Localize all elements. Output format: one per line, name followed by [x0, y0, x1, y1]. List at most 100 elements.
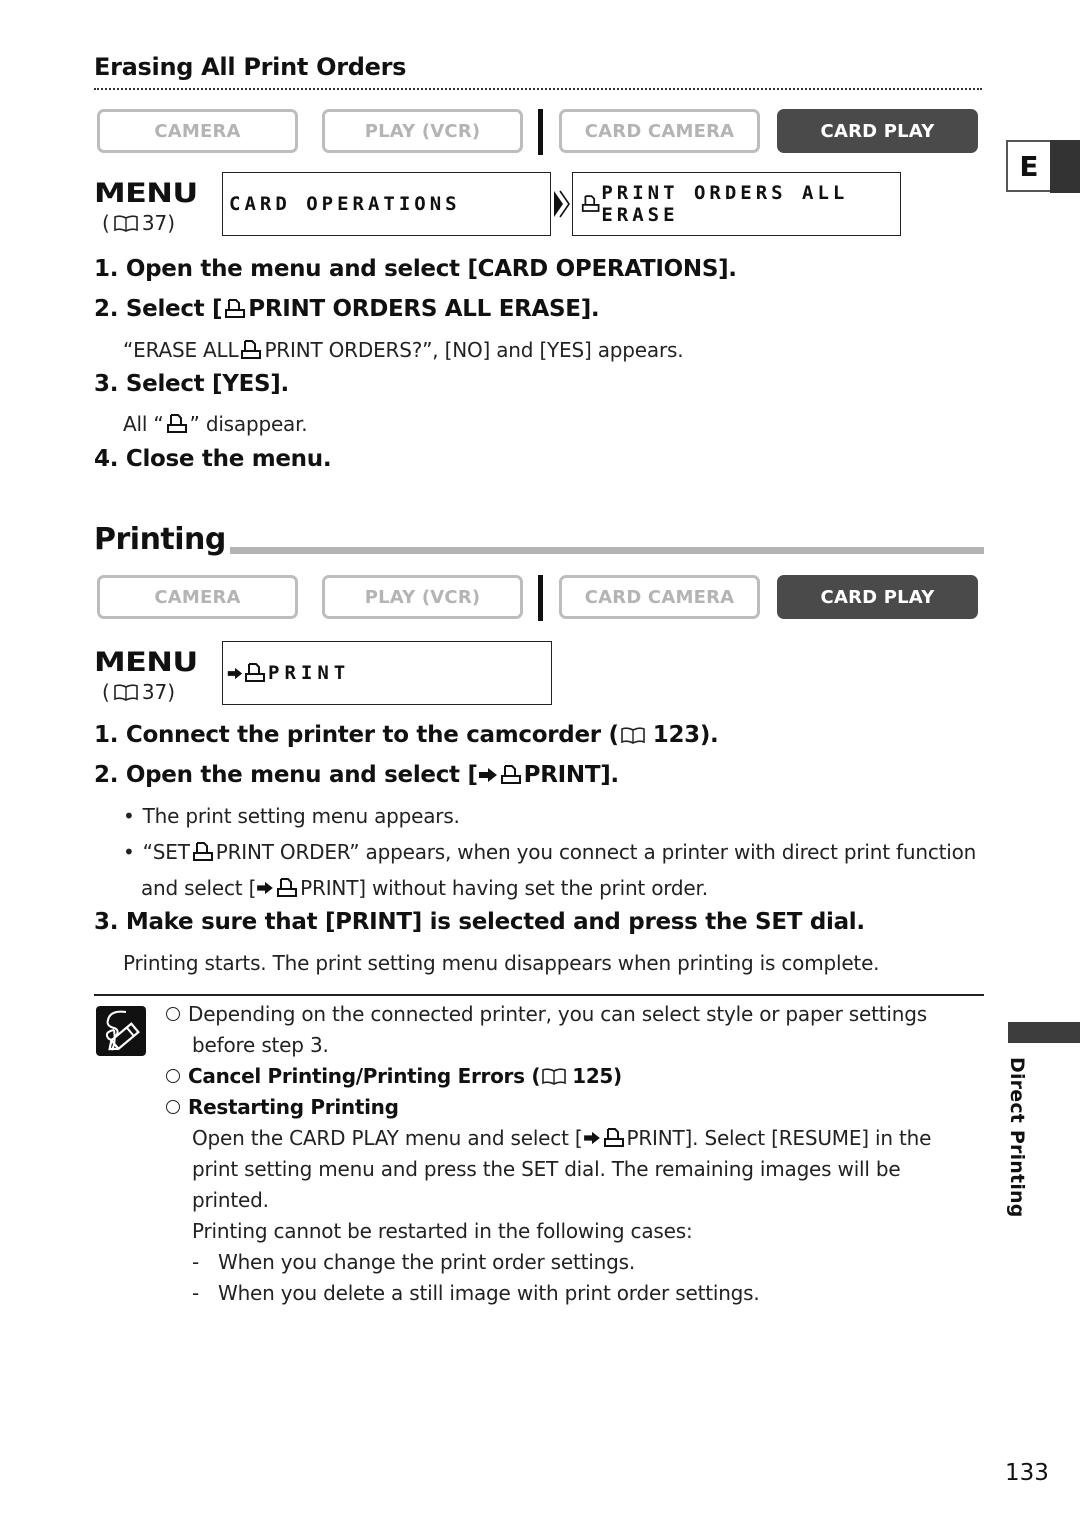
print-order-icon: [166, 413, 188, 435]
book-icon: [114, 215, 138, 232]
detail-text: “ERASE ALL: [123, 338, 239, 362]
detail-text: All “: [123, 412, 164, 436]
mode-camera: CAMERA: [97, 575, 298, 619]
note-item-2: Cancel Printing/Printing Errors ( 125): [166, 1064, 622, 1088]
step-text: Close the menu.: [125, 446, 332, 472]
note-case-1: - When you change the print order settin…: [192, 1250, 635, 1274]
erase-step-1: 1. Open the menu and select [CARD OPERAT…: [94, 256, 737, 282]
detail-text: ” disappear.: [189, 412, 308, 436]
chapter-marker-bar: [1008, 1022, 1080, 1043]
print-step-2-bullet-2-cont: and select [ PRINT] without having set t…: [141, 876, 708, 900]
case-text: When you delete a still image with print…: [218, 1281, 760, 1305]
mode-selector-print: CAMERA PLAY (VCR) CARD CAMERA CARD PLAY: [97, 575, 979, 621]
print-order-icon: [603, 1127, 625, 1149]
mode-card-camera: CARD CAMERA: [559, 109, 760, 153]
bullet-text: “SET: [142, 840, 190, 864]
step-number: 3.: [94, 909, 119, 935]
dash-bullet: -: [192, 1250, 200, 1274]
book-icon: [621, 727, 645, 744]
menu-page-reference: ( 37): [102, 680, 175, 704]
step-text: Select [YES].: [125, 371, 289, 397]
mode-separator: [538, 109, 543, 155]
note-heading: Cancel Printing/Printing Errors (: [188, 1064, 541, 1088]
print-step-2: 2. Open the menu and select [ PRINT].: [94, 762, 619, 788]
print-order-icon: [192, 841, 214, 863]
note-heading: Restarting Printing: [188, 1095, 399, 1119]
mode-card-play-active: CARD PLAY: [777, 575, 978, 619]
arrow-right-icon: [256, 881, 274, 895]
erase-step-3-detail: All “ ” disappear.: [123, 412, 308, 436]
print-step-1: 1. Connect the printer to the camcorder …: [94, 722, 719, 748]
note-case-2: - When you delete a still image with pri…: [192, 1281, 760, 1305]
bullet-text: and select [: [141, 876, 257, 900]
step-text: PRINT ORDERS ALL ERASE].: [248, 296, 600, 322]
lcd-label: PRINT ORDERS ALL ERASE: [601, 182, 849, 226]
erase-step-4: 4. Close the menu.: [94, 446, 332, 472]
detail-text: PRINT ORDERS?”, [NO] and [YES] appears.: [264, 338, 684, 362]
lcd-menu-print-orders-all-erase: PRINT ORDERS ALL ERASE: [572, 172, 901, 236]
ref-open: (: [102, 211, 110, 235]
arrow-right-icon: [583, 1131, 601, 1145]
section-heading-printing: Printing: [94, 522, 230, 557]
mode-separator: [538, 575, 543, 621]
lcd-menu-card-operations: CARD OPERATIONS: [222, 172, 551, 236]
step-text: PRINT].: [523, 762, 620, 788]
lcd-label: CARD OPERATIONS: [229, 193, 461, 215]
note-item-3-line-1: Open the CARD PLAY menu and select [ PRI…: [192, 1126, 931, 1150]
lcd-menu-print: PRINT: [222, 641, 552, 705]
language-tab-marker: [1050, 140, 1080, 193]
mode-camera: CAMERA: [97, 109, 298, 153]
print-order-icon: [276, 877, 298, 899]
step-number: 2.: [94, 296, 119, 322]
step-text: 123).: [652, 722, 719, 748]
note-item-3: Restarting Printing: [166, 1095, 399, 1119]
step-number: 1.: [94, 722, 119, 748]
mode-selector-erase: CAMERA PLAY (VCR) CARD CAMERA CARD PLAY: [97, 109, 979, 155]
case-text: When you change the print order settings…: [218, 1250, 635, 1274]
menu-label: MENU: [94, 178, 198, 209]
note-item-1-cont: before step 3.: [192, 1033, 329, 1057]
print-order-icon: [581, 193, 600, 215]
circle-bullet-icon: [166, 1100, 180, 1114]
note-pencil-icon: [96, 1006, 146, 1056]
erase-step-2: 2. Select [ PRINT ORDERS ALL ERASE].: [94, 296, 600, 322]
print-step-2-bullet-2: • “SET PRINT ORDER” appears, when you co…: [123, 840, 976, 864]
step-text: Make sure that [PRINT] is selected and p…: [125, 909, 865, 935]
bullet-text: PRINT] without having set the print orde…: [300, 876, 708, 900]
arrow-right-icon: [478, 767, 498, 783]
arrow-right-icon: [227, 667, 243, 680]
print-order-icon: [244, 662, 266, 684]
note-item-3-line-3: printed.: [192, 1188, 269, 1212]
notes-divider: [94, 994, 984, 996]
bullet-dot: •: [123, 840, 135, 864]
book-icon: [542, 1068, 566, 1085]
note-text: Depending on the connected printer, you …: [188, 1002, 927, 1026]
mode-play-vcr: PLAY (VCR): [322, 109, 523, 153]
print-step-3-detail: Printing starts. The print setting menu …: [123, 951, 880, 975]
bullet-text: PRINT ORDER” appears, when you connect a…: [215, 840, 977, 864]
note-text: PRINT]. Select [RESUME] in the: [626, 1126, 932, 1150]
dash-bullet: -: [192, 1281, 200, 1305]
chapter-label: Direct Printing: [1006, 1057, 1028, 1218]
menu-label: MENU: [94, 647, 198, 678]
mode-card-camera: CARD CAMERA: [559, 575, 760, 619]
print-step-2-bullet-1: • The print setting menu appears.: [123, 804, 460, 828]
print-step-3: 3. Make sure that [PRINT] is selected an…: [94, 909, 865, 935]
bullet-text: The print setting menu appears.: [142, 804, 460, 828]
step-text: Open the menu and select [CARD OPERATION…: [125, 256, 737, 282]
double-chevron-right-icon: [554, 190, 570, 218]
print-order-icon: [500, 764, 522, 786]
ref-page: 37): [141, 211, 176, 235]
bullet-dot: •: [123, 804, 135, 828]
circle-bullet-icon: [166, 1007, 180, 1021]
step-number: 4.: [94, 446, 119, 472]
menu-page-reference: ( 37): [102, 211, 175, 235]
note-text: Open the CARD PLAY menu and select [: [192, 1126, 583, 1150]
note-item-1: Depending on the connected printer, you …: [166, 1002, 927, 1026]
circle-bullet-icon: [166, 1069, 180, 1083]
erase-step-2-detail: “ERASE ALL PRINT ORDERS?”, [NO] and [YES…: [123, 338, 684, 362]
ref-page: 37): [141, 680, 176, 704]
mode-play-vcr: PLAY (VCR): [322, 575, 523, 619]
dotted-divider: [94, 88, 982, 90]
ref-open: (: [102, 680, 110, 704]
